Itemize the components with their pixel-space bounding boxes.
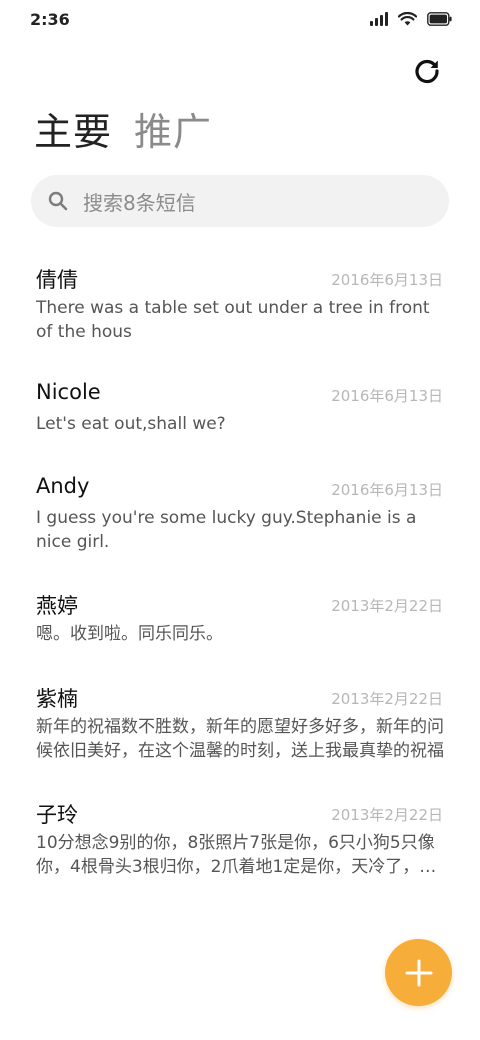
message-date: 2013年2月22日 (331, 597, 443, 615)
message-date: 2016年6月13日 (331, 387, 443, 405)
message-preview: I guess you're some lucky guy.Stephanie … (36, 508, 417, 552)
message-date: 2016年6月13日 (331, 271, 443, 289)
conversation-item[interactable]: 子玲 2013年2月22日 10分想念9别的你，8张照片7张是你，6只小狗5只像… (0, 785, 480, 901)
status-bar: 2:36 (0, 0, 480, 42)
message-preview: Let's eat out,shall we? (36, 414, 226, 434)
search-placeholder: 搜索8条短信 (83, 190, 196, 215)
contact-name: 子玲 (36, 803, 78, 827)
refresh-icon (415, 59, 439, 84)
conversation-list: 倩倩 2016年6月13日 There was a table set out … (0, 250, 480, 901)
message-preview: 新年的祝福数不胜数，新年的愿望好多好多，新年的问候依旧美好，在这个温馨的时刻，送… (36, 717, 444, 761)
tab-bar: 主要 推广 (34, 106, 212, 158)
new-message-button[interactable] (385, 939, 452, 1006)
conversation-item[interactable]: Andy 2016年6月13日 I guess you're some luck… (0, 460, 480, 576)
status-icons (370, 12, 452, 26)
contact-name: 倩倩 (36, 268, 78, 292)
message-date: 2013年2月22日 (331, 690, 443, 708)
plus-icon (405, 959, 432, 986)
search-input[interactable]: 搜索8条短信 (31, 175, 449, 227)
message-preview: 嗯。收到啦。同乐同乐。 (36, 624, 223, 644)
message-preview: 10分想念9别的你，8张照片7张是你，6只小狗5只像你，4根骨头3根归你，2爪着… (36, 833, 437, 877)
tab-primary[interactable]: 主要 (34, 106, 112, 158)
conversation-item[interactable]: 燕婷 2013年2月22日 嗯。收到啦。同乐同乐。 (0, 576, 480, 669)
contact-name: 紫楠 (36, 687, 78, 711)
message-preview: There was a table set out under a tree i… (36, 298, 430, 342)
search-icon (47, 190, 69, 212)
contact-name: Andy (36, 474, 90, 498)
battery-icon (427, 12, 452, 26)
message-date: 2016年6月13日 (331, 481, 443, 499)
refresh-button[interactable] (412, 56, 442, 86)
conversation-item[interactable]: Nicole 2016年6月13日 Let's eat out,shall we… (0, 366, 480, 460)
contact-name: Nicole (36, 380, 101, 404)
signal-icon (370, 12, 388, 26)
contact-name: 燕婷 (36, 594, 78, 618)
conversation-item[interactable]: 倩倩 2016年6月13日 There was a table set out … (0, 250, 480, 366)
wifi-icon (398, 12, 417, 26)
message-date: 2013年2月22日 (331, 806, 443, 824)
status-time: 2:36 (30, 10, 70, 29)
conversation-item[interactable]: 紫楠 2013年2月22日 新年的祝福数不胜数，新年的愿望好多好多，新年的问候依… (0, 669, 480, 785)
tab-promotions[interactable]: 推广 (134, 106, 212, 158)
